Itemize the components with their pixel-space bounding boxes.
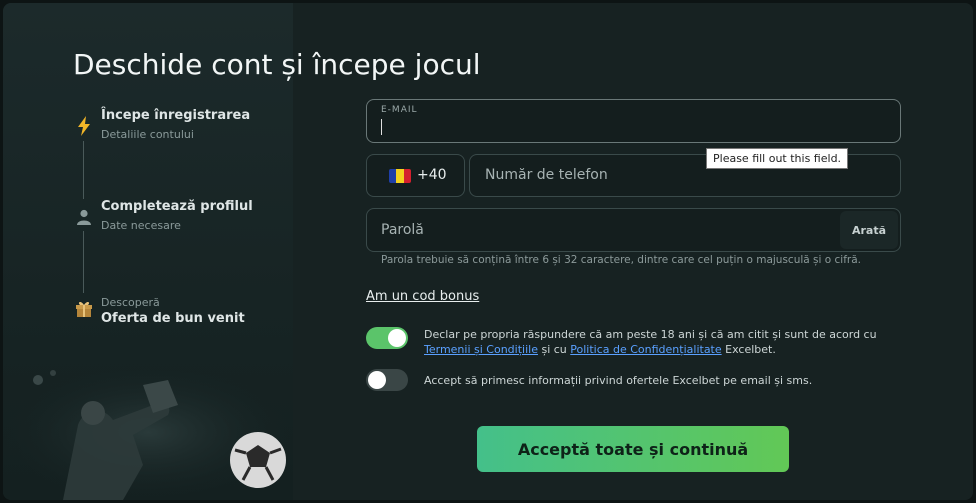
terms-prefix: Declar pe propria răspundere că am peste… [424, 328, 877, 341]
bonus-code-link[interactable]: Am un cod bonus [366, 289, 479, 304]
step-subtitle: Detaliile contului [101, 128, 194, 141]
country-code-select[interactable]: +40 [366, 154, 465, 197]
text-caret [381, 119, 382, 135]
phone-placeholder: Număr de telefon [485, 167, 608, 183]
email-label: E-MAIL [381, 105, 418, 115]
toggle-knob [368, 371, 386, 389]
terms-suffix: Excelbet. [721, 343, 776, 356]
step-connector [83, 141, 84, 199]
gift-icon [73, 297, 95, 319]
marketing-toggle[interactable] [366, 369, 408, 391]
marketing-consent-text: Accept să primesc informații privind ofe… [424, 374, 813, 387]
footballer-illustration [3, 365, 293, 500]
terms-middle: și cu [537, 343, 571, 356]
step-title: Completează profilul [101, 199, 253, 214]
lightning-icon [73, 115, 95, 137]
terms-toggle[interactable] [366, 327, 408, 349]
step-label: Descoperă [101, 296, 160, 309]
terms-link[interactable]: Termenii și Condițiile [424, 343, 538, 356]
toggle-knob [388, 329, 406, 347]
email-field[interactable]: E-MAIL [366, 99, 901, 143]
step-subtitle: Date necesare [101, 219, 181, 232]
romania-flag-icon [389, 169, 411, 183]
step-title: Începe înregistrarea [101, 108, 251, 123]
show-password-button[interactable]: Arată [840, 211, 898, 249]
password-hint: Parola trebuie să conțină între 6 și 32 … [381, 254, 862, 266]
validation-tooltip: Please fill out this field. [706, 148, 849, 169]
privacy-link[interactable]: Politica de Confidențialitate [570, 343, 721, 356]
accept-continue-button[interactable]: Acceptă toate și continuă [477, 426, 789, 472]
page-title: Deschide cont și începe jocul [73, 48, 481, 81]
terms-consent-text: Declar pe propria răspundere că am peste… [424, 327, 904, 357]
user-icon [73, 206, 95, 228]
password-placeholder: Parolă [381, 222, 424, 238]
password-input[interactable]: Parolă Arată [366, 208, 901, 252]
country-code: +40 [417, 167, 447, 183]
step-connector [83, 231, 84, 293]
step-title: Oferta de bun venit [101, 311, 245, 326]
